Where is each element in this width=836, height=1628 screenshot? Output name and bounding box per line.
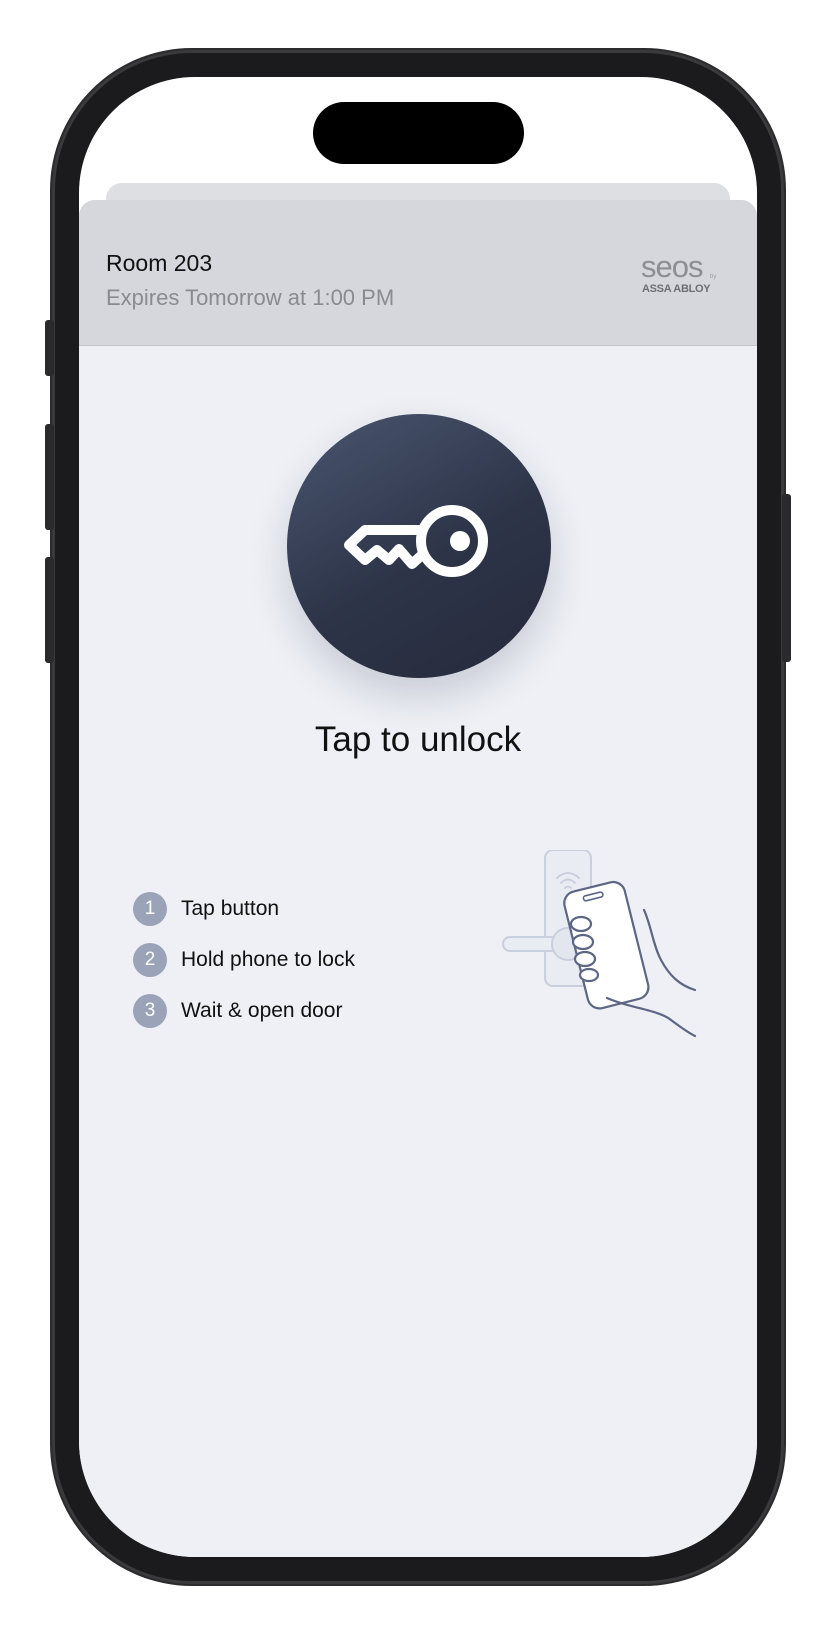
phone-screen: Room 203 Expires Tomorrow at 1:00 PM seo…: [79, 77, 757, 1557]
key-sheet: Room 203 Expires Tomorrow at 1:00 PM seo…: [79, 200, 757, 1557]
room-title: Room 203: [106, 250, 213, 276]
volume-down-side-button: [45, 557, 54, 663]
step-3: 3 Wait & open door: [133, 994, 433, 1028]
action-side-button: [45, 320, 54, 376]
step-number-badge: 3: [133, 994, 167, 1028]
step-number-badge: 2: [133, 943, 167, 977]
brand-wordmark: seos: [641, 249, 703, 284]
power-side-button: [782, 494, 791, 662]
step-text: Hold phone to lock: [181, 948, 355, 971]
sheet-header: Room 203 Expires Tomorrow at 1:00 PM seo…: [79, 200, 757, 346]
volume-up-side-button: [45, 424, 54, 530]
hold-phone-to-lock-illustration: [499, 849, 711, 1050]
dynamic-island: [313, 102, 524, 164]
brand-subtitle: ASSA ABLOY: [642, 283, 711, 295]
unlock-button[interactable]: [287, 414, 551, 678]
expiry-text: Expires Tomorrow at 1:00 PM: [106, 285, 395, 310]
step-text: Tap button: [181, 897, 280, 920]
tap-to-unlock-label: Tap to unlock: [314, 720, 522, 759]
brand-by: by: [710, 274, 717, 280]
key-icon: [344, 505, 488, 577]
seos-logo: seos by ASSA ABLOY: [641, 249, 723, 299]
step-number-badge: 1: [133, 892, 167, 926]
step-1: 1 Tap button: [133, 892, 433, 926]
step-text: Wait & open door: [181, 999, 343, 1022]
step-2: 2 Hold phone to lock: [133, 943, 433, 977]
